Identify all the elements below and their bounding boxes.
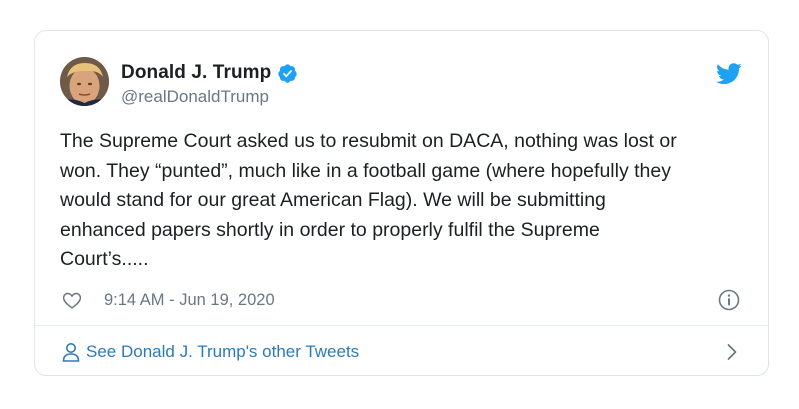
info-icon[interactable] [718, 289, 740, 311]
chevron-right-icon[interactable] [726, 343, 738, 361]
person-icon [62, 343, 80, 362]
tweet-card: Donald J. Trump @realDonaldTrump The Sup… [34, 30, 769, 376]
display-name[interactable]: Donald J. Trump [121, 62, 271, 84]
handle[interactable]: @realDonaldTrump [121, 87, 298, 107]
other-tweets-label[interactable]: See Donald J. Trump's other Tweets [86, 342, 359, 362]
avatar[interactable] [60, 57, 109, 106]
tweet-meta: 9:14 AM - Jun 19, 2020 [62, 288, 740, 312]
verified-badge-icon [278, 63, 298, 83]
tweet-text: The Supreme Court asked us to resubmit o… [60, 130, 677, 270]
twitter-bird-icon[interactable] [716, 63, 742, 85]
author-names: Donald J. Trump @realDonaldTrump [121, 61, 298, 107]
tweet-header: Donald J. Trump @realDonaldTrump [60, 57, 742, 109]
display-name-row: Donald J. Trump [121, 61, 298, 85]
heart-icon[interactable] [62, 291, 82, 309]
other-tweets-link[interactable]: See Donald J. Trump's other Tweets [62, 337, 738, 367]
timestamp[interactable]: 9:14 AM - Jun 19, 2020 [104, 291, 275, 310]
divider [35, 325, 768, 326]
